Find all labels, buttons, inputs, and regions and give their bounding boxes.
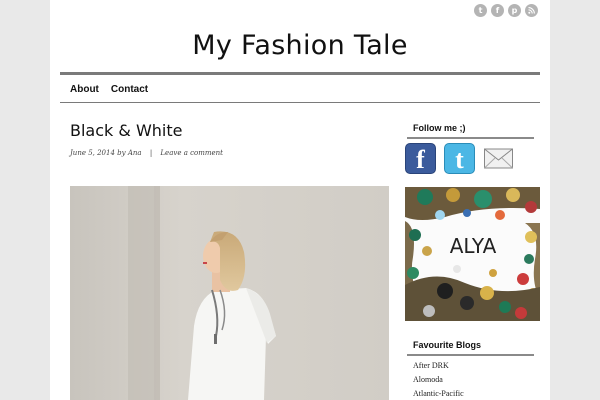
email-icon[interactable]: [483, 143, 514, 174]
alya-banner[interactable]: ALYA: [405, 187, 540, 321]
rss-icon[interactable]: [525, 4, 538, 17]
nav-top-rule: [60, 72, 540, 75]
post-meta: June 5, 2014 by Ana | Leave a comment: [70, 149, 223, 157]
header-social-icons: t f p: [474, 4, 538, 17]
site-title[interactable]: My Fashion Tale: [50, 30, 550, 61]
post-title[interactable]: Black & White: [70, 121, 182, 140]
blog-link-after-drk[interactable]: After DRK: [413, 361, 449, 370]
favourite-blogs-title: Favourite Blogs: [413, 340, 482, 350]
nav-bottom-rule: [60, 102, 540, 103]
post-photo[interactable]: [70, 186, 389, 400]
banner-title: ALYA: [450, 234, 497, 258]
post-date[interactable]: June 5, 2014: [70, 149, 115, 157]
meta-separator: |: [149, 149, 153, 157]
post-author[interactable]: Ana: [128, 149, 142, 157]
blog-link-atlantic-pacific[interactable]: Atlantic-Pacific: [413, 389, 464, 398]
pinterest-icon[interactable]: p: [508, 4, 521, 17]
follow-widget-title: Follow me ;): [413, 123, 466, 133]
nav-item-contact[interactable]: Contact: [111, 84, 148, 95]
twitter-icon[interactable]: t: [444, 143, 475, 174]
nav-item-about[interactable]: About: [70, 84, 99, 95]
facebook-icon[interactable]: f: [405, 143, 436, 174]
page-container: t f p My Fashion Tale About Contact Blac…: [50, 0, 550, 400]
main-nav: About Contact: [70, 84, 148, 95]
leave-comment-link[interactable]: Leave a comment: [160, 149, 223, 157]
post-by: by: [117, 149, 126, 157]
follow-icons: f t: [405, 143, 514, 174]
follow-widget-rule: [407, 137, 534, 139]
twitter-icon[interactable]: t: [474, 4, 487, 17]
favourite-blogs-rule: [407, 354, 534, 356]
facebook-icon[interactable]: f: [491, 4, 504, 17]
blog-link-alomoda[interactable]: Alomoda: [413, 375, 443, 384]
